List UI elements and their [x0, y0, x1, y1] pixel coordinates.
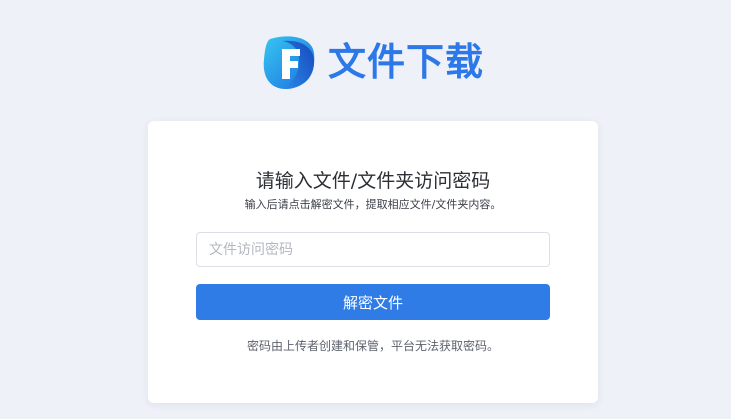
card-subtitle: 输入后请点击解密文件，提取相应文件/文件夹内容。: [244, 198, 502, 211]
password-footnote: 密码由上传者创建和保管，平台无法获取密码。: [246, 339, 499, 353]
password-input[interactable]: [196, 232, 550, 267]
decrypt-file-button[interactable]: 解密文件: [196, 284, 550, 320]
brand-title: 文件下载: [328, 40, 485, 84]
page: 文件下载 请输入文件/文件夹访问密码 输入后请点击解密文件，提取相应文件/文件夹…: [0, 0, 731, 419]
password-card: 请输入文件/文件夹访问密码 输入后请点击解密文件，提取相应文件/文件夹内容。 解…: [148, 121, 598, 403]
file-f-logo-icon: [263, 36, 315, 90]
brand-header: 文件下载: [260, 33, 484, 91]
card-title: 请输入文件/文件夹访问密码: [255, 170, 491, 192]
